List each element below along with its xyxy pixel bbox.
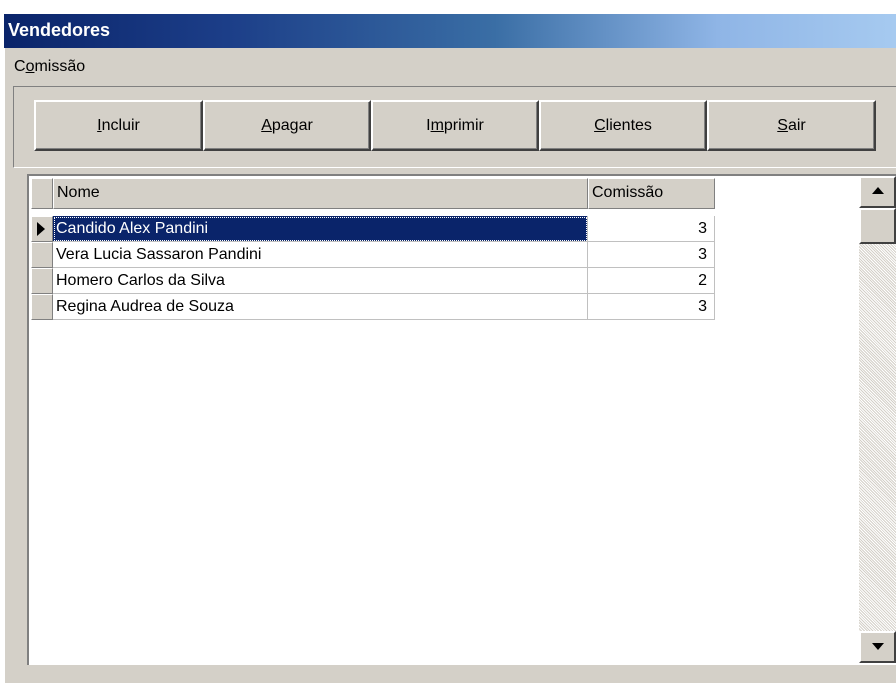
- cell-nome[interactable]: Candido Alex Pandini: [53, 216, 588, 242]
- header-corner: [31, 178, 53, 209]
- row-indicator[interactable]: [31, 216, 53, 242]
- cell-comissao[interactable]: 2: [588, 268, 715, 294]
- imprimir-button[interactable]: Im primir: [371, 100, 539, 151]
- vertical-scrollbar[interactable]: [859, 176, 896, 663]
- table-row[interactable]: Candido Alex Pandini 3: [31, 216, 715, 242]
- table-row[interactable]: Regina Audrea de Souza 3: [31, 294, 715, 320]
- apagar-button[interactable]: Apagar: [203, 100, 371, 151]
- clientes-button[interactable]: Clientes: [539, 100, 707, 151]
- scroll-thumb[interactable]: [859, 208, 896, 244]
- row-indicator[interactable]: [31, 268, 53, 294]
- menu-comissao[interactable]: Comissão: [14, 58, 85, 76]
- column-header-comissao[interactable]: Comissão: [588, 178, 715, 209]
- sair-button[interactable]: Sair: [707, 100, 876, 151]
- window-title: Vendedores: [8, 20, 111, 40]
- column-header-nome[interactable]: Nome: [53, 178, 588, 209]
- cell-nome[interactable]: Homero Carlos da Silva: [53, 268, 588, 294]
- row-indicator[interactable]: [31, 294, 53, 320]
- row-indicator[interactable]: [31, 242, 53, 268]
- cell-comissao[interactable]: 3: [588, 216, 715, 242]
- cell-nome[interactable]: Vera Lucia Sassaron Pandini: [53, 242, 588, 268]
- menu-bar: Comissão: [4, 48, 896, 84]
- cell-nome[interactable]: Regina Audrea de Souza: [53, 294, 588, 320]
- title-bar[interactable]: Vendedores: [4, 14, 896, 48]
- table-row[interactable]: Vera Lucia Sassaron Pandini 3: [31, 242, 715, 268]
- triangle-right-icon: [37, 222, 45, 236]
- cell-comissao[interactable]: 3: [588, 294, 715, 320]
- table-row[interactable]: Homero Carlos da Silva 2: [31, 268, 715, 294]
- cell-comissao[interactable]: 3: [588, 242, 715, 268]
- triangle-down-icon: [872, 643, 884, 650]
- scroll-up-button[interactable]: [859, 176, 896, 208]
- triangle-up-icon: [872, 187, 884, 194]
- scroll-down-button[interactable]: [859, 631, 896, 663]
- incluir-button[interactable]: Incluir: [34, 100, 203, 151]
